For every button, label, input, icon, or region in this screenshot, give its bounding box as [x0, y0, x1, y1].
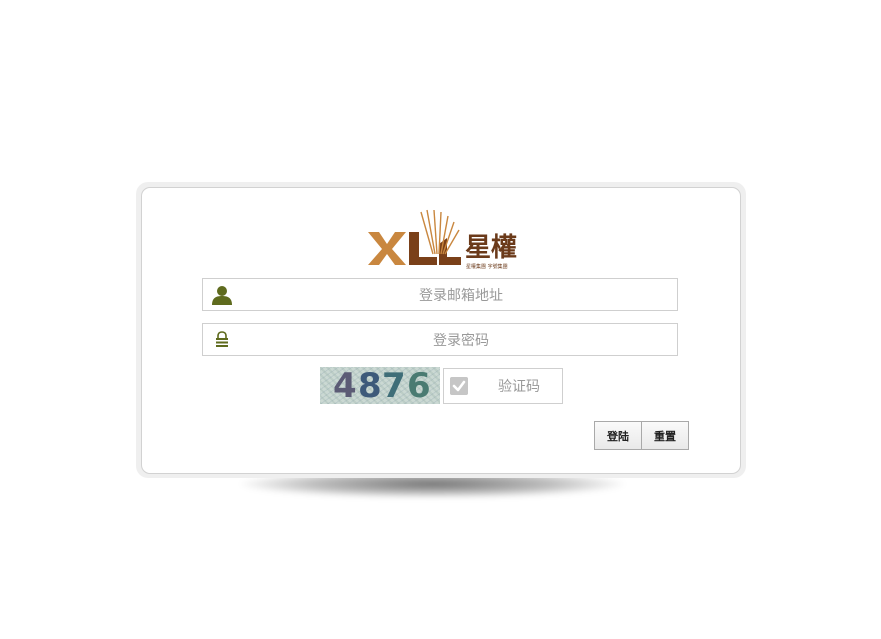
lock-icon	[216, 331, 228, 347]
captcha-field	[443, 368, 566, 405]
login-page: 星權 星權集團 字號集團 4 8 7 6 登陆	[0, 0, 881, 639]
login-button[interactable]: 登陆	[594, 421, 642, 450]
captcha-char: 4	[333, 367, 357, 404]
captcha-char: 8	[358, 367, 382, 404]
action-buttons: 登陆 重置	[594, 421, 689, 450]
captcha-char: 7	[382, 367, 406, 404]
captcha-char: 6	[407, 367, 431, 404]
check-icon	[450, 377, 468, 395]
user-icon	[212, 286, 232, 305]
password-input[interactable]	[241, 324, 681, 357]
reset-button[interactable]: 重置	[642, 421, 689, 450]
captcha-image[interactable]: 4 8 7 6	[320, 367, 440, 404]
logo-tagline: 星權集團 字號集團	[466, 263, 508, 270]
brand-logo: 星權 星權集團 字號集團	[368, 209, 517, 270]
logo-chinese: 星權	[465, 233, 517, 263]
email-field	[202, 278, 681, 312]
password-field	[202, 323, 681, 357]
captcha-input[interactable]	[472, 369, 566, 405]
email-input[interactable]	[241, 279, 681, 312]
